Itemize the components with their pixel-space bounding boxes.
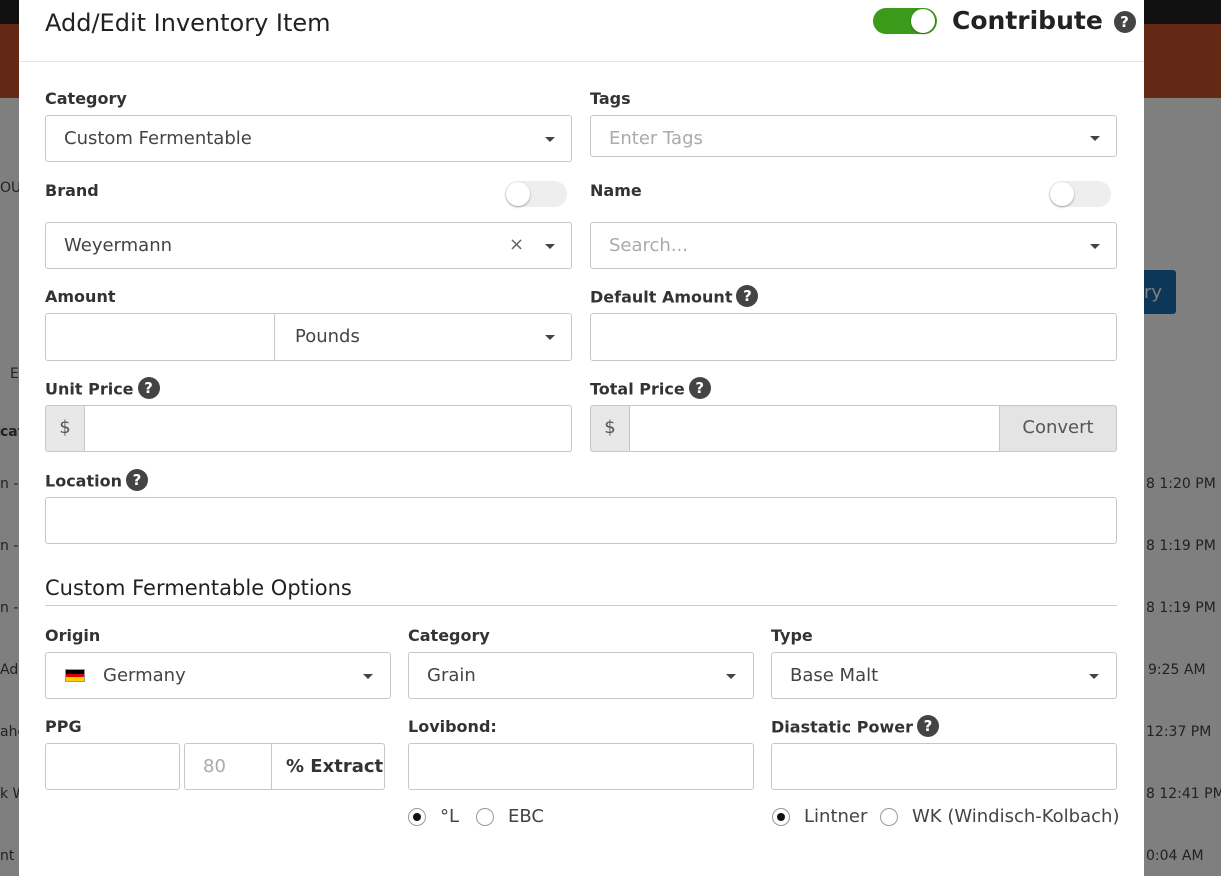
amount-label: Amount: [45, 287, 116, 306]
unit-price-input[interactable]: [84, 405, 572, 452]
radio-label: Lintner: [804, 806, 868, 827]
total-price-label: Total Price?: [590, 377, 711, 401]
default-amount-input[interactable]: [590, 313, 1117, 361]
fermentable-category-label: Category: [408, 626, 490, 645]
brand-label: Brand: [45, 181, 99, 200]
brand-value: Weyermann: [64, 235, 173, 256]
chevron-down-icon: [1090, 244, 1100, 249]
contribute-text: Contribute: [952, 6, 1103, 35]
extract-input[interactable]: 80: [184, 743, 272, 790]
type-select[interactable]: Base Malt: [771, 652, 1117, 699]
extract-placeholder: 80: [203, 756, 226, 777]
default-amount-text: Default Amount: [590, 287, 733, 307]
fermentable-category-value: Grain: [427, 665, 476, 686]
chevron-down-icon: [545, 335, 555, 340]
ppg-label: PPG: [45, 717, 82, 736]
contribute-toggle[interactable]: [873, 8, 937, 34]
help-icon[interactable]: ?: [688, 377, 711, 399]
location-label: Location?: [45, 469, 148, 493]
default-amount-label: Default Amount?: [590, 285, 759, 309]
unit-price-label: Unit Price?: [45, 377, 160, 401]
amount-input[interactable]: [45, 313, 275, 361]
location-input[interactable]: [45, 497, 1117, 544]
origin-label: Origin: [45, 626, 101, 645]
type-value: Base Malt: [790, 665, 879, 686]
tags-select[interactable]: Enter Tags: [590, 115, 1117, 157]
help-icon[interactable]: ?: [736, 285, 759, 307]
name-placeholder: Search...: [609, 235, 689, 256]
radio-wk[interactable]: [880, 808, 898, 826]
contribute-label: Contribute ?: [952, 6, 1136, 35]
contribute-help-icon[interactable]: ?: [1113, 11, 1136, 33]
radio-lintner[interactable]: [772, 808, 790, 826]
chevron-down-icon: [1090, 136, 1100, 141]
category-value: Custom Fermentable: [64, 128, 252, 149]
diastatic-power-text: Diastatic Power: [771, 717, 913, 737]
total-price-text: Total Price: [590, 379, 685, 399]
inventory-item-modal: Add/Edit Inventory Item Contribute ? Cat…: [19, 0, 1144, 876]
help-icon[interactable]: ?: [137, 377, 160, 399]
section-divider: [45, 605, 1117, 606]
radio-label: °L: [440, 806, 460, 827]
chevron-down-icon: [1089, 674, 1099, 679]
radio-lovibond-ebc[interactable]: [476, 808, 494, 826]
clear-icon[interactable]: ×: [509, 234, 524, 255]
radio-label: EBC: [508, 806, 544, 827]
total-price-input[interactable]: [629, 405, 1000, 452]
lovibond-input[interactable]: [408, 743, 754, 790]
origin-value: Germany: [103, 665, 186, 686]
brand-select[interactable]: Weyermann ×: [45, 222, 572, 269]
origin-select[interactable]: Germany: [45, 652, 391, 699]
tags-placeholder: Enter Tags: [609, 128, 703, 149]
section-title: Custom Fermentable Options: [45, 576, 352, 600]
extract-addon-text: % Extract: [286, 756, 384, 777]
radio-lovibond-l[interactable]: [408, 808, 426, 826]
extract-addon: % Extract: [271, 743, 385, 790]
modal-header: Add/Edit Inventory Item Contribute ?: [19, 0, 1144, 62]
category-select[interactable]: Custom Fermentable: [45, 115, 572, 162]
amount-unit-value: Pounds: [295, 326, 360, 347]
chevron-down-icon: [545, 137, 555, 142]
radio-label: WK (Windisch-Kolbach): [912, 806, 1120, 827]
chevron-down-icon: [726, 674, 736, 679]
currency-addon: $: [45, 405, 85, 452]
help-icon[interactable]: ?: [916, 715, 939, 737]
type-label: Type: [771, 626, 813, 645]
name-toggle[interactable]: [1049, 181, 1111, 207]
tags-label: Tags: [590, 89, 631, 108]
currency-addon: $: [590, 405, 630, 452]
diastatic-power-input[interactable]: [771, 743, 1117, 790]
fermentable-category-select[interactable]: Grain: [408, 652, 754, 699]
name-label: Name: [590, 181, 642, 200]
unit-price-text: Unit Price: [45, 379, 134, 399]
lovibond-label: Lovibond:: [408, 717, 497, 736]
help-icon[interactable]: ?: [125, 469, 148, 491]
modal-title: Add/Edit Inventory Item: [45, 9, 331, 37]
category-label: Category: [45, 89, 127, 108]
chevron-down-icon: [363, 674, 373, 679]
chevron-down-icon: [545, 244, 555, 249]
diastatic-power-label: Diastatic Power?: [771, 715, 939, 739]
germany-flag-icon: [65, 669, 85, 682]
convert-button[interactable]: Convert: [999, 405, 1117, 452]
name-search-select[interactable]: Search...: [590, 222, 1117, 269]
brand-toggle[interactable]: [505, 181, 567, 207]
amount-unit-select[interactable]: Pounds: [274, 313, 572, 361]
ppg-input[interactable]: [45, 743, 180, 790]
location-text: Location: [45, 471, 122, 491]
